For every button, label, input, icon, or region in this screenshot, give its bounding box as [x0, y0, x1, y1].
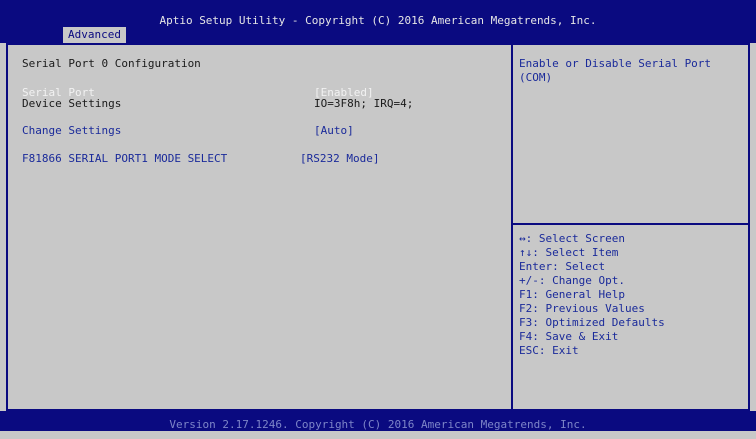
main-frame: Serial Port 0 Configuration Serial Port …	[6, 43, 750, 411]
section-title: Serial Port 0 Configuration	[22, 57, 201, 70]
key-select-item: ↑↓: Select Item	[519, 246, 619, 259]
change-settings-option-value[interactable]: [Auto]	[314, 124, 354, 138]
key-esc-exit: ESC: Exit	[519, 344, 579, 357]
tab-advanced[interactable]: Advanced	[63, 27, 126, 43]
help-separator	[513, 223, 748, 225]
key-change-opt: +/-: Change Opt.	[519, 274, 625, 287]
f81866-mode-option-value[interactable]: [RS232 Mode]	[300, 152, 379, 166]
key-general-help: F1: General Help	[519, 288, 625, 301]
key-previous-values: F2: Previous Values	[519, 302, 645, 315]
key-legend: ↔: Select Screen ↑↓: Select Item Enter: …	[519, 232, 665, 358]
device-settings-value: IO=3F8h; IRQ=4;	[314, 97, 414, 110]
key-save-exit: F4: Save & Exit	[519, 330, 619, 343]
key-enter-select: Enter: Select	[519, 260, 606, 273]
app-title: Aptio Setup Utility - Copyright (C) 2016…	[159, 14, 597, 27]
device-settings-label: Device Settings	[22, 97, 122, 110]
change-settings-option-label[interactable]: Change Settings	[22, 124, 121, 138]
header-bar: Aptio Setup Utility - Copyright (C) 2016…	[0, 0, 756, 43]
help-pane-divider	[511, 45, 513, 409]
key-optimized-defaults: F3: Optimized Defaults	[519, 316, 665, 329]
key-select-screen: ↔: Select Screen	[519, 232, 625, 245]
footer-version: Version 2.17.1246. Copyright (C) 2016 Am…	[0, 411, 756, 431]
help-description: Enable or Disable Serial Port (COM)	[519, 57, 712, 84]
f81866-mode-option-label[interactable]: F81866 SERIAL PORT1 MODE SELECT	[22, 152, 227, 166]
